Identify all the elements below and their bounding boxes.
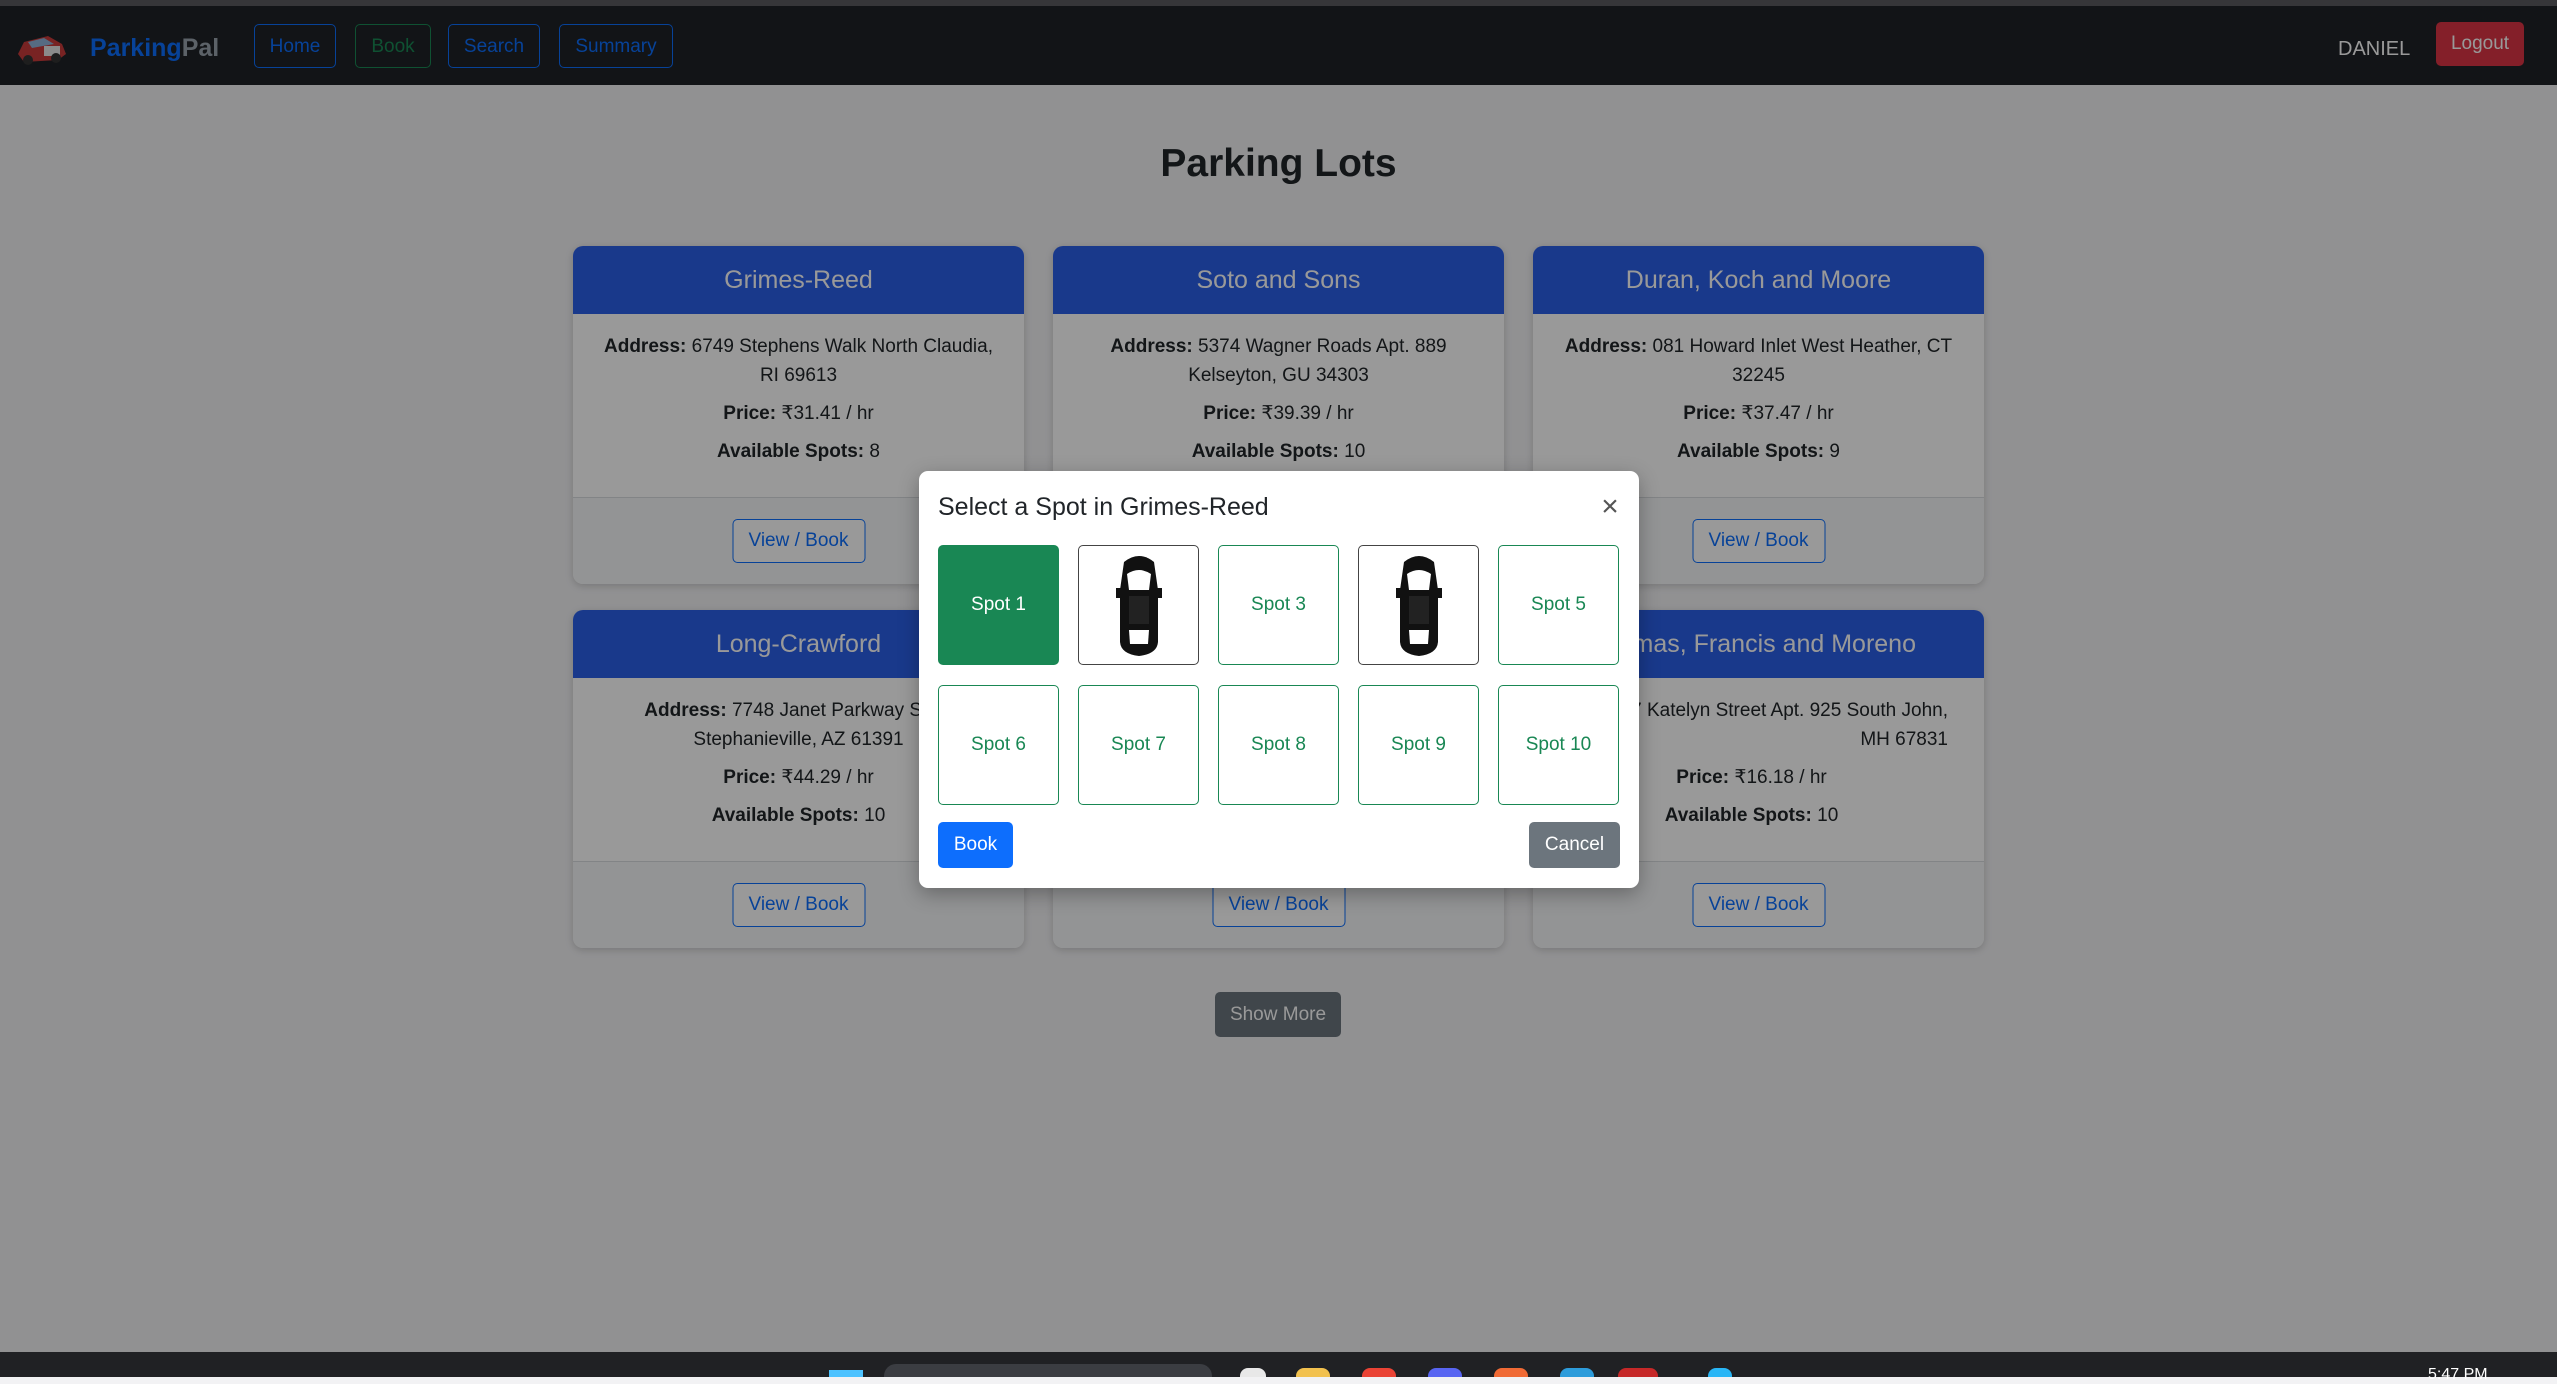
- spot-8[interactable]: Spot 8: [1218, 685, 1339, 805]
- spot-9[interactable]: Spot 9: [1358, 685, 1479, 805]
- folder-icon[interactable]: [1296, 1368, 1330, 1377]
- spot-10[interactable]: Spot 10: [1498, 685, 1619, 805]
- book-button[interactable]: Book: [938, 822, 1013, 868]
- modal-title: Select a Spot in Grimes-Reed: [938, 493, 1269, 521]
- taskbar-app-icon[interactable]: [1494, 1368, 1528, 1377]
- spot-7[interactable]: Spot 7: [1078, 685, 1199, 805]
- close-icon[interactable]: ×: [1596, 492, 1624, 522]
- taskbar-app-icon[interactable]: [1428, 1368, 1462, 1377]
- taskbar-app-icon[interactable]: [1708, 1368, 1732, 1377]
- taskbar: 5:47 PM: [0, 1352, 2557, 1383]
- spot-5[interactable]: Spot 5: [1498, 545, 1619, 665]
- car-icon: [1396, 556, 1442, 656]
- taskbar-search[interactable]: [884, 1364, 1212, 1377]
- spot-3[interactable]: Spot 3: [1218, 545, 1339, 665]
- start-icon[interactable]: [829, 1370, 863, 1377]
- taskbar-app-icon[interactable]: [1362, 1368, 1396, 1377]
- taskbar-app-icon[interactable]: [1240, 1368, 1266, 1377]
- car-icon: [1116, 556, 1162, 656]
- taskbar-app-icon[interactable]: [1560, 1368, 1594, 1377]
- spot-1[interactable]: Spot 1: [938, 545, 1059, 665]
- spot-6[interactable]: Spot 6: [938, 685, 1059, 805]
- cancel-button[interactable]: Cancel: [1529, 822, 1620, 868]
- spot-occupied: [1358, 545, 1479, 665]
- spot-select-modal: Select a Spot in Grimes-Reed × Spot 1 Sp…: [919, 471, 1639, 888]
- clock: 5:47 PM: [2428, 1366, 2488, 1383]
- taskbar-app-icon[interactable]: [1618, 1368, 1658, 1377]
- spot-occupied: [1078, 545, 1199, 665]
